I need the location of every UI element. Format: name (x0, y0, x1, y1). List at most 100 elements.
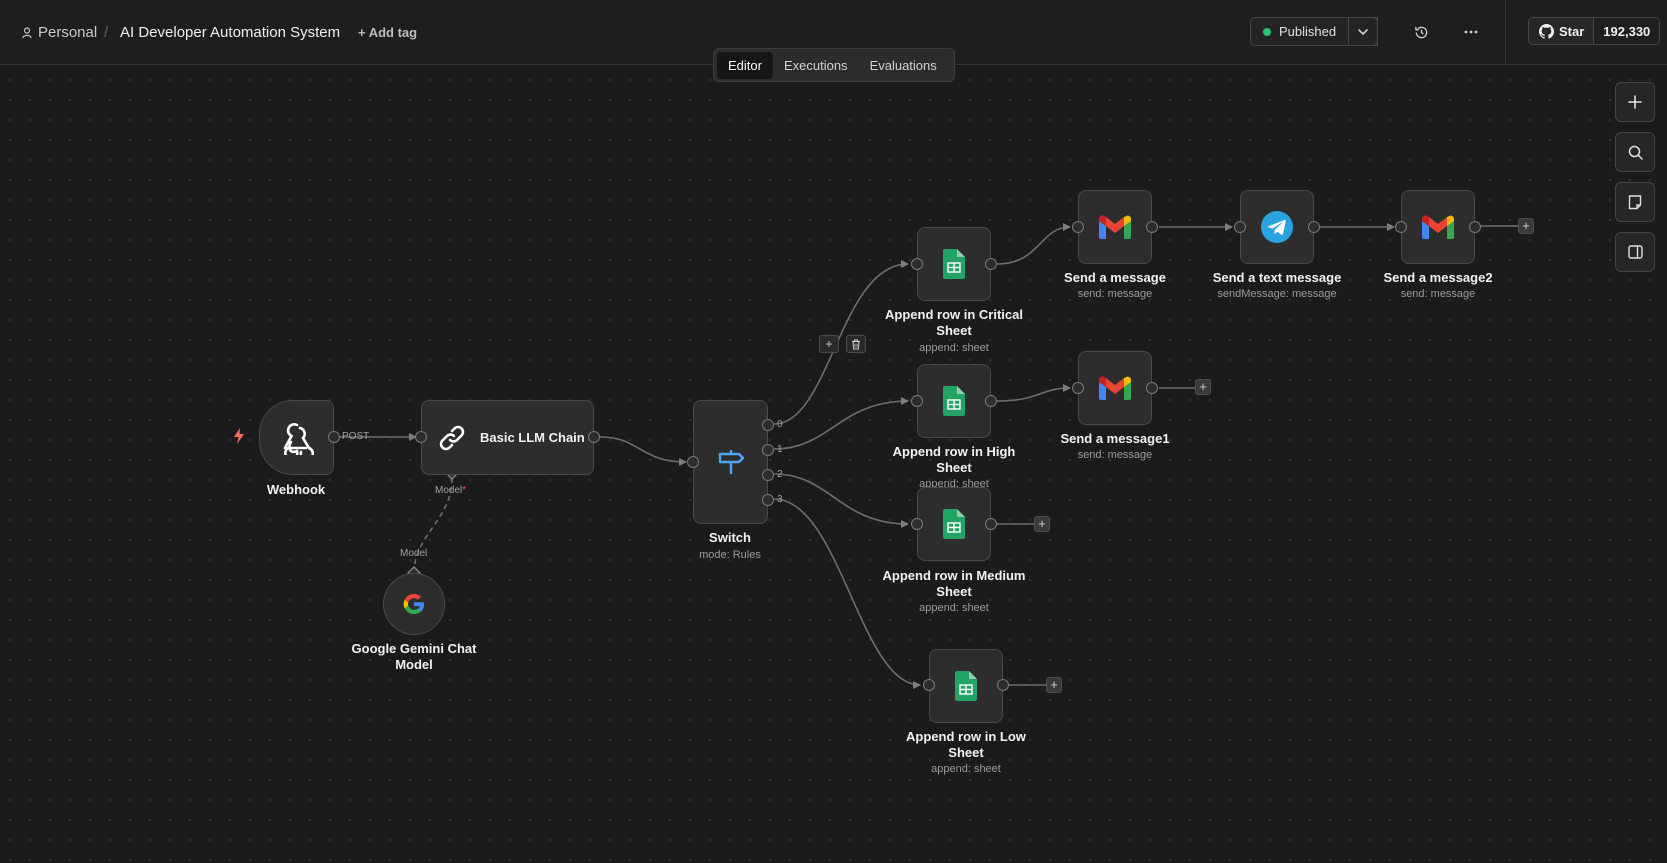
toggle-panel-button[interactable] (1615, 232, 1655, 272)
low-output-handle[interactable] (997, 679, 1009, 691)
append-critical-node[interactable] (917, 227, 991, 301)
gmail-send-2-node[interactable] (1401, 190, 1475, 264)
webhook-method-label: POST (342, 431, 370, 442)
google-sheets-icon (943, 386, 965, 416)
user-icon (22, 27, 32, 39)
gmail-send-sub: send: message (1077, 288, 1153, 300)
telegram-input-handle[interactable] (1234, 221, 1246, 233)
append-low-label: Append row in Low Sheet (906, 729, 1026, 760)
medium-output-handle[interactable] (985, 518, 997, 530)
switch-output-0-label: 0 (777, 419, 783, 430)
trash-icon (852, 339, 860, 349)
version-history-button[interactable] (1406, 17, 1436, 47)
github-icon (1539, 23, 1554, 39)
append-low-node[interactable] (929, 649, 1003, 723)
google-g-icon (403, 594, 424, 614)
github-star-count: 192,330 (1594, 18, 1660, 44)
critical-input-handle[interactable] (911, 258, 923, 270)
low-add-next-button[interactable]: + (1046, 677, 1062, 693)
sticky-note-button[interactable] (1615, 182, 1655, 222)
telegram-icon (1261, 211, 1293, 243)
switch-output-3-handle[interactable] (762, 494, 774, 506)
add-node-button[interactable] (1615, 82, 1655, 122)
more-options-button[interactable] (1456, 17, 1486, 47)
google-sheets-icon (943, 249, 965, 279)
publish-status-label: Published (1279, 24, 1337, 39)
gmail-icon (1099, 376, 1131, 400)
gmail-send-1-node[interactable] (1078, 351, 1152, 425)
webhook-icon (283, 422, 314, 455)
llm-model-port-label: Model* (435, 485, 467, 496)
tab-evaluations[interactable]: Evaluations (859, 52, 948, 79)
append-medium-node[interactable] (917, 487, 991, 561)
gmail2-add-next-button[interactable]: + (1518, 218, 1534, 234)
gmail-send-1-sub: send: message (1077, 449, 1153, 461)
telegram-label: Send a text message (1212, 270, 1342, 285)
trigger-bolt-icon (234, 428, 244, 444)
llm-input-handle[interactable] (415, 431, 427, 443)
webhook-output-handle[interactable] (328, 431, 340, 443)
append-critical-label: Append row in Critical Sheet (885, 307, 1023, 338)
gmail-icon (1422, 215, 1454, 239)
github-star-part[interactable]: Star (1529, 18, 1595, 44)
link-icon (439, 425, 465, 450)
switch-output-0-handle[interactable] (762, 419, 774, 431)
github-star-label: Star (1559, 23, 1585, 39)
gmail-send-label: Send a message (1064, 270, 1166, 285)
low-input-handle[interactable] (923, 679, 935, 691)
search-icon (1628, 145, 1643, 160)
plus-icon (1628, 95, 1642, 109)
publish-dropdown-button[interactable] (1348, 17, 1378, 46)
header-divider (1505, 0, 1506, 65)
switch-output-2-handle[interactable] (762, 469, 774, 481)
tab-editor[interactable]: Editor (717, 51, 773, 79)
append-high-label: Append row in High Sheet (892, 444, 1016, 475)
search-nodes-button[interactable] (1615, 132, 1655, 172)
gmail1-add-next-button[interactable]: + (1195, 379, 1211, 395)
gmail-output-handle[interactable] (1146, 221, 1158, 233)
gmail2-output-handle[interactable] (1469, 221, 1481, 233)
medium-input-handle[interactable] (911, 518, 923, 530)
github-star-button[interactable]: Star 192,330 (1528, 17, 1661, 45)
switch-output-1-label: 1 (777, 444, 783, 455)
switch-input-handle[interactable] (687, 456, 699, 468)
panel-right-icon (1627, 245, 1643, 259)
gemini-chat-model-node[interactable] (383, 573, 445, 635)
webhook-node[interactable] (259, 400, 334, 475)
workspace-label: Personal (38, 24, 98, 41)
append-high-node[interactable] (917, 364, 991, 438)
basic-llm-chain-node[interactable]: Basic LLM Chain (421, 400, 594, 475)
switch-node[interactable] (693, 400, 768, 524)
critical-output-handle[interactable] (985, 258, 997, 270)
tab-executions[interactable]: Executions (773, 52, 859, 79)
append-low-sub: append: sheet (931, 763, 1001, 775)
append-medium-sub: append: sheet (919, 602, 989, 614)
add-tag-button[interactable]: + Add tag (358, 25, 417, 40)
edge-add-node-button[interactable]: + (819, 335, 839, 353)
gmail-send-2-sub: send: message (1400, 288, 1476, 300)
medium-add-next-button[interactable]: + (1034, 516, 1050, 532)
gmail-icon (1099, 215, 1131, 239)
gemini-label: Google Gemini Chat Model (351, 641, 477, 672)
basic-llm-chain-label: Basic LLM Chain (480, 430, 585, 445)
webhook-label: Webhook (266, 482, 326, 497)
switch-output-1-handle[interactable] (762, 444, 774, 456)
gmail1-output-handle[interactable] (1146, 382, 1158, 394)
telegram-output-handle[interactable] (1308, 221, 1320, 233)
switch-sub: mode: Rules (699, 549, 761, 561)
workflow-canvas[interactable] (0, 65, 1667, 863)
gmail2-input-handle[interactable] (1395, 221, 1407, 233)
high-output-handle[interactable] (985, 395, 997, 407)
switch-output-2-label: 2 (777, 469, 783, 480)
gmail-send-node[interactable] (1078, 190, 1152, 264)
switch-label: Switch (709, 530, 751, 545)
google-sheets-icon (955, 671, 977, 701)
edge-delete-button[interactable] (846, 335, 866, 353)
gmail-input-handle[interactable] (1072, 221, 1084, 233)
telegram-node[interactable] (1240, 190, 1314, 264)
workflow-title[interactable]: AI Developer Automation System (120, 24, 340, 42)
gmail1-input-handle[interactable] (1072, 382, 1084, 394)
llm-output-handle[interactable] (588, 431, 600, 443)
breadcrumb-workspace[interactable]: Personal (22, 24, 97, 42)
high-input-handle[interactable] (911, 395, 923, 407)
